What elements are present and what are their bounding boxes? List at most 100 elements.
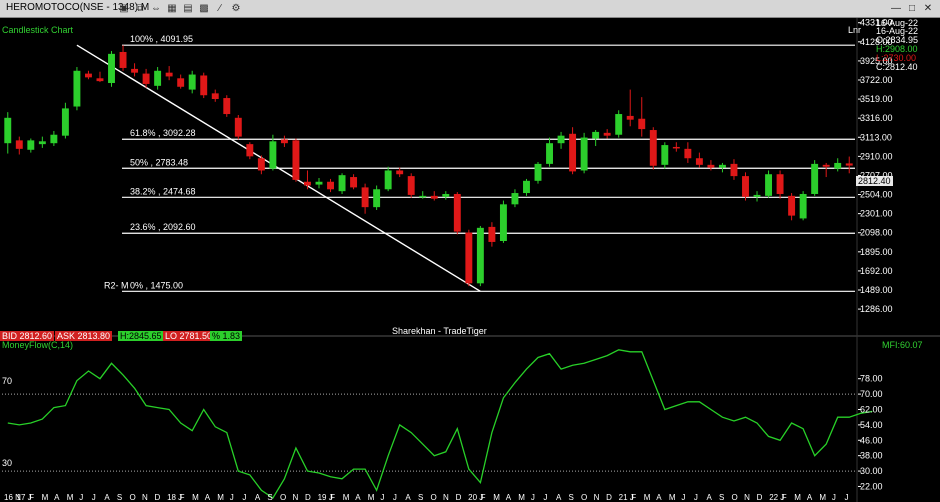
window-titlebar: HEROMOTOCO(NSE - 1348) M ▣ ⧉ ⇔ ▦ ▤ ▩ ∕ ⚙… — [0, 0, 940, 18]
x-axis-label-35: N — [443, 493, 449, 502]
x-axis-label-10: O — [129, 493, 135, 502]
x-axis-label-50: F — [631, 493, 636, 502]
price-tick-label-5: 3316.00 — [860, 113, 893, 123]
candle-body-59 — [684, 148, 692, 159]
maximize-button[interactable]: □ — [906, 3, 918, 14]
mfi-tick-label-7: 22.00 — [860, 481, 883, 491]
candle-body-0 — [4, 117, 12, 144]
x-axis-label-17: M — [217, 493, 224, 502]
candle-body-21 — [246, 144, 254, 157]
candle-body-12 — [142, 73, 150, 84]
x-axis-label-7: J — [92, 493, 96, 502]
watermark-label: Sharekhan - TradeTiger — [392, 326, 487, 336]
fib-prefix-label: R2- M — [104, 280, 129, 290]
x-axis-label-8: A — [104, 493, 110, 502]
candle-body-30 — [350, 177, 358, 188]
x-axis-label-46: O — [581, 493, 587, 502]
candle-body-9 — [108, 53, 115, 84]
x-axis-label-12: D — [155, 493, 161, 502]
x-axis-label-40: A — [506, 493, 512, 502]
minimize-button[interactable]: — — [890, 3, 902, 14]
price-tick-label-13: 1692.00 — [860, 266, 893, 276]
x-axis-label-30: J — [380, 493, 384, 502]
x-axis-label-31: J — [393, 493, 397, 502]
price-tick-label-14: 1489.00 — [860, 285, 893, 295]
candle-body-1 — [15, 140, 23, 149]
fib-label-3: 38.2% , 2474.68 — [130, 186, 196, 196]
x-axis-label-56: A — [706, 493, 712, 502]
candle-body-15 — [177, 78, 185, 87]
grid-icon[interactable]: ▦ — [166, 3, 178, 14]
x-axis-label-47: N — [594, 493, 600, 502]
x-axis-label-59: N — [744, 493, 750, 502]
chart-area[interactable]: 100% , 4091.95 61.8% , 3092.28 50% , 2783.… — [0, 18, 940, 502]
candle-body-13 — [154, 70, 162, 86]
mfi-tick-label-6: 30.00 — [860, 466, 883, 476]
candle-body-37 — [430, 195, 438, 199]
bars-icon[interactable]: ▩ — [198, 3, 210, 14]
candle-body-6 — [73, 70, 81, 107]
x-axis-label-63: M — [794, 493, 801, 502]
price-tick-label-11: 2098.00 — [860, 228, 893, 238]
scale-mode-label[interactable]: Lnr — [848, 25, 861, 35]
candle-body-56 — [649, 130, 657, 166]
candle-body-66 — [765, 174, 773, 196]
chart-canvas: 100% , 4091.95 61.8% , 3092.28 50% , 2783.… — [0, 18, 940, 502]
candle-body-63 — [730, 163, 738, 177]
candle-body-46 — [534, 163, 542, 181]
x-axis-label-23: N — [293, 493, 299, 502]
price-tick-label-4: 3519.00 — [860, 94, 893, 104]
x-axis-label-54: J — [681, 493, 685, 502]
candle-body-48 — [557, 135, 565, 144]
x-axis-label-22: O — [280, 493, 286, 502]
ohlc-close: C:2812.40 — [876, 62, 918, 72]
price-tick-label-10: 2301.00 — [860, 209, 893, 219]
fib-label-1: 61.8% , 3092.28 — [130, 128, 196, 138]
candle-body-5 — [61, 108, 69, 136]
candle-body-14 — [165, 72, 173, 77]
candle-body-50 — [580, 137, 588, 171]
candle-body-19 — [223, 98, 231, 115]
price-tick-label-9: 2504.00 — [860, 190, 893, 200]
mfi-tick-label-2: 62.00 — [860, 404, 883, 414]
x-axis-label-44: A — [556, 493, 562, 502]
candle-body-54 — [626, 115, 634, 120]
x-axis-label-27: M — [343, 493, 350, 502]
candle-body-32 — [373, 189, 381, 208]
chart-icon[interactable]: ▤ — [182, 3, 194, 14]
fib-label-5: 0% , 1475.00 — [130, 280, 183, 290]
candle-body-41 — [476, 227, 484, 284]
candle-body-62 — [718, 164, 726, 168]
mfi-tick-label-4: 46.00 — [860, 435, 883, 445]
mfi-tick-label-5: 38.00 — [860, 451, 883, 461]
settings-icon[interactable]: ⚙ — [230, 3, 242, 14]
candle-body-44 — [511, 193, 519, 205]
lock-icon[interactable]: ▣ — [118, 3, 130, 14]
x-axis-label-9: S — [117, 493, 122, 502]
fib-label-0: 100% , 4091.95 — [130, 34, 193, 44]
x-axis-label-5: M — [67, 493, 74, 502]
level-high-label: 70 — [2, 376, 13, 386]
x-axis-label-15: M — [192, 493, 199, 502]
candle-body-2 — [27, 140, 35, 150]
high-value: H:2845.65 — [118, 331, 164, 341]
arrows-icon[interactable]: ⇔ — [150, 3, 162, 14]
candle-body-29 — [338, 175, 346, 192]
candle-body-4 — [50, 134, 58, 144]
candle-body-45 — [523, 180, 530, 194]
x-axis-label-3: M — [42, 493, 49, 502]
candle-body-61 — [707, 164, 715, 168]
candle-body-26 — [304, 181, 311, 186]
candle-body-3 — [38, 141, 46, 145]
x-axis-label-32: A — [405, 493, 411, 502]
candle-body-36 — [419, 195, 427, 198]
copy-icon[interactable]: ⧉ — [134, 3, 146, 14]
candle-body-42 — [488, 226, 496, 242]
chart-type-label: Candlestick Chart — [2, 25, 74, 35]
candle-body-55 — [638, 118, 646, 130]
close-button[interactable]: ✕ — [922, 3, 934, 14]
x-axis-label-43: J — [543, 493, 547, 502]
candle-body-64 — [742, 176, 749, 197]
candle-body-16 — [188, 74, 196, 90]
line-icon[interactable]: ∕ — [214, 3, 226, 14]
